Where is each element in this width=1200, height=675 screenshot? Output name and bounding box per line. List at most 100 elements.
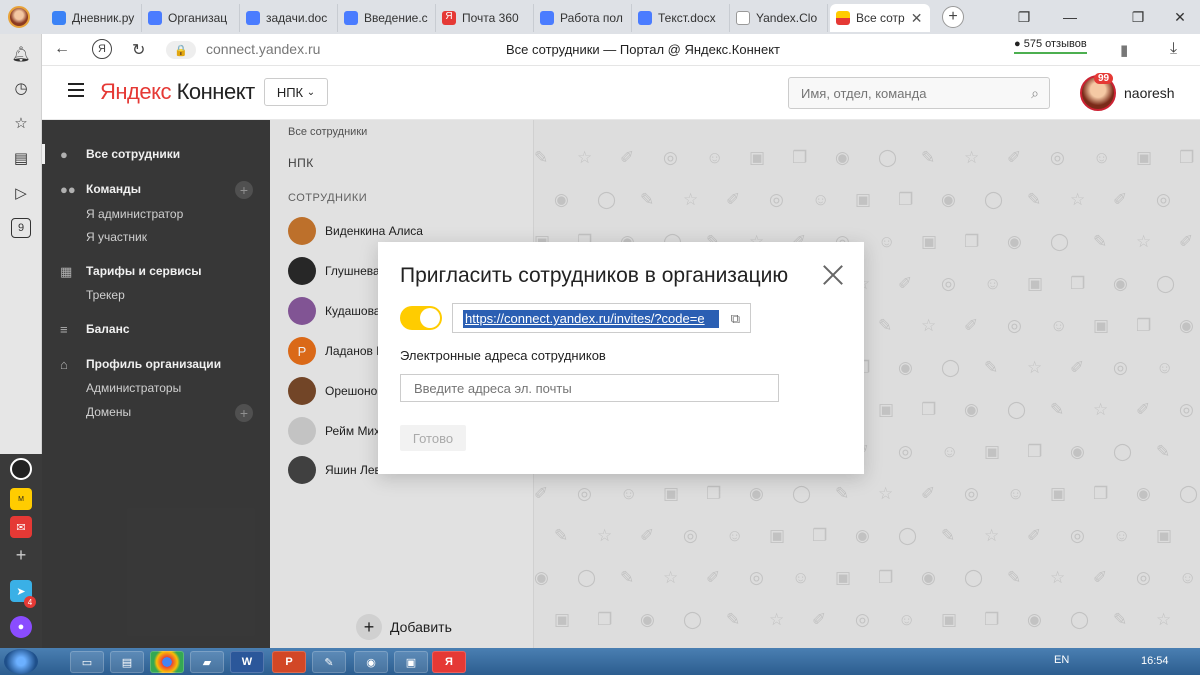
reload-icon[interactable]: ↻ — [132, 40, 145, 60]
new-tab-button[interactable]: + — [942, 6, 964, 28]
logo-connect: Коннект — [176, 79, 256, 104]
download-icon[interactable]: ⤓ — [1170, 40, 1177, 58]
search-input[interactable] — [789, 78, 1009, 108]
yandex-icon: Я — [442, 11, 456, 25]
address-bar: ← Я ↻ 🔒 connect.yandex.ru Все сотрудники… — [42, 34, 1200, 66]
collections-icon[interactable]: ▤ — [11, 148, 31, 168]
add-app-icon[interactable]: + — [10, 544, 32, 566]
url-text[interactable]: connect.yandex.ru — [206, 41, 320, 57]
alice-ring-icon[interactable] — [10, 458, 32, 480]
speech-bubble-icon: ● — [1014, 38, 1021, 50]
mail-icon[interactable]: ✉ — [10, 516, 32, 538]
star-icon[interactable]: ☆ — [11, 113, 31, 133]
restore-icon[interactable]: ❐ — [1118, 0, 1158, 34]
browser-tab[interactable]: Yandex.Clo — [730, 4, 828, 32]
dialog-title: Пригласить сотрудников в организацию — [400, 264, 789, 287]
tab-favicon-icon — [246, 11, 260, 25]
market-icon[interactable]: М — [10, 488, 32, 510]
tab-title: Введение.c — [364, 11, 428, 25]
taskbar-paint-icon[interactable]: ✎ — [312, 651, 346, 673]
done-button[interactable]: Готово — [400, 425, 466, 451]
minimize-icon[interactable]: — — [1050, 0, 1090, 34]
nine-app-icon[interactable]: 9 — [11, 218, 31, 238]
browser-tab-active[interactable]: Все сотр ✕ — [830, 4, 930, 32]
tab-title: Работа пол — [560, 11, 623, 25]
browser-side-panel: 🔔︎ ◷ ☆ ▤ ▷ 9 М ✉ + ➤ 4 ● — [0, 34, 42, 648]
page-title: Все сотрудники — Портал @ Яндекс.Коннект — [506, 42, 780, 57]
tab-title: задачи.doc — [266, 11, 328, 25]
close-icon[interactable] — [822, 264, 844, 286]
org-selector[interactable]: НПК ⌄ — [264, 78, 328, 106]
clock-icon[interactable]: ◷ — [11, 78, 31, 98]
tab-favicon-icon — [540, 11, 554, 25]
browser-tab[interactable]: Текст.docx — [632, 4, 730, 32]
taskbar-explorer-icon[interactable]: ▭ — [70, 651, 104, 673]
browser-tab[interactable]: Дневник.ру — [46, 4, 142, 32]
clock[interactable]: 16:54 — [1141, 655, 1169, 667]
browser-tab[interactable]: Я Почта 360 — [436, 4, 534, 32]
yandex-home-icon[interactable]: Я — [92, 39, 112, 59]
language-indicator[interactable]: EN — [1054, 654, 1069, 666]
tab-favicon-icon — [344, 11, 358, 25]
taskbar-app-icon[interactable]: ▣ — [394, 651, 428, 673]
logo-yandex: Яндекс — [100, 79, 171, 104]
connect-favicon-icon — [836, 11, 850, 25]
browser-tab[interactable]: задачи.doc — [240, 4, 338, 32]
tab-title: Yandex.Clo — [756, 11, 818, 25]
menu-icon[interactable] — [68, 83, 84, 97]
connect-header: Яндекс Коннект НПК ⌄ ⌕ 99 naoresh — [42, 66, 1200, 120]
browser-tab[interactable]: Организац — [142, 4, 240, 32]
tab-favicon-icon — [638, 11, 652, 25]
taskbar-yandex-icon[interactable]: Я — [432, 651, 466, 673]
notification-badge: 99 — [1094, 73, 1114, 84]
tab-manager-icon[interactable]: ❐ — [1004, 0, 1044, 34]
taskbar-notepad-icon[interactable]: ▤ — [110, 651, 144, 673]
play-icon[interactable]: ▷ — [11, 183, 31, 203]
taskbar-powerpoint-icon[interactable]: P — [272, 651, 306, 673]
bell-icon[interactable]: 🔔︎ — [11, 44, 31, 64]
back-icon[interactable]: ← — [54, 40, 70, 58]
invite-link-toggle[interactable] — [400, 306, 442, 330]
invite-link-text[interactable]: https://connect.yandex.ru/invites/?code=… — [463, 310, 719, 328]
browser-tab-strip: Дневник.ру Организац задачи.doc Введение… — [0, 0, 1200, 34]
close-tab-icon[interactable]: ✕ — [911, 10, 923, 27]
toggle-knob — [420, 308, 440, 328]
connect-logo[interactable]: Яндекс Коннект — [100, 79, 255, 105]
bookmark-icon[interactable]: ▮ — [1120, 41, 1128, 59]
tab-title: Дневник.ру — [72, 11, 135, 25]
messenger-badge: 4 — [24, 596, 36, 608]
invite-link-field[interactable]: https://connect.yandex.ru/invites/?code=… — [452, 303, 751, 333]
browser-tab[interactable]: Введение.c — [338, 4, 436, 32]
document-icon — [736, 11, 750, 25]
tab-title: Все сотр — [856, 11, 905, 25]
emails-label: Электронные адреса сотрудников — [400, 348, 606, 363]
tab-favicon-icon — [52, 11, 66, 25]
taskbar-uc-icon[interactable]: ◉ — [354, 651, 388, 673]
browser-tab[interactable]: Работа пол — [534, 4, 632, 32]
search-box: ⌕ — [788, 77, 1050, 109]
lock-icon[interactable]: 🔒 — [166, 41, 196, 59]
search-icon[interactable]: ⌕ — [1031, 85, 1039, 102]
tab-title: Текст.docx — [658, 11, 716, 25]
invite-dialog: Пригласить сотрудников в организацию htt… — [378, 242, 864, 474]
reviews-text: 575 отзывов — [1023, 38, 1087, 50]
taskbar-chrome-icon[interactable] — [150, 651, 184, 673]
chevron-down-icon: ⌄ — [306, 86, 316, 98]
nine-label: 9 — [17, 222, 25, 234]
taskbar-folder-icon[interactable]: ▰ — [190, 651, 224, 673]
reviews-badge[interactable]: ● 575 отзывов — [1014, 38, 1087, 54]
tab-favicon-icon — [148, 11, 162, 25]
close-window-icon[interactable]: ✕ — [1160, 0, 1200, 34]
org-name: НПК — [276, 84, 304, 100]
browser-apps-panel: М ✉ + ➤ 4 ● — [0, 454, 42, 648]
tab-title: Организац — [168, 11, 228, 25]
windows-taskbar: ▭ ▤ ▰ W P ✎ ◉ ▣ Я EN 16:54 — [0, 648, 1200, 675]
copy-icon[interactable]: ⧉ — [731, 311, 740, 327]
tab-title: Почта 360 — [462, 11, 519, 25]
alice-icon[interactable]: ● — [10, 616, 32, 638]
profile-avatar[interactable] — [8, 6, 30, 28]
username[interactable]: naoresh — [1124, 85, 1175, 101]
email-field[interactable] — [400, 374, 779, 402]
taskbar-word-icon[interactable]: W — [230, 651, 264, 673]
start-button[interactable] — [4, 649, 38, 674]
